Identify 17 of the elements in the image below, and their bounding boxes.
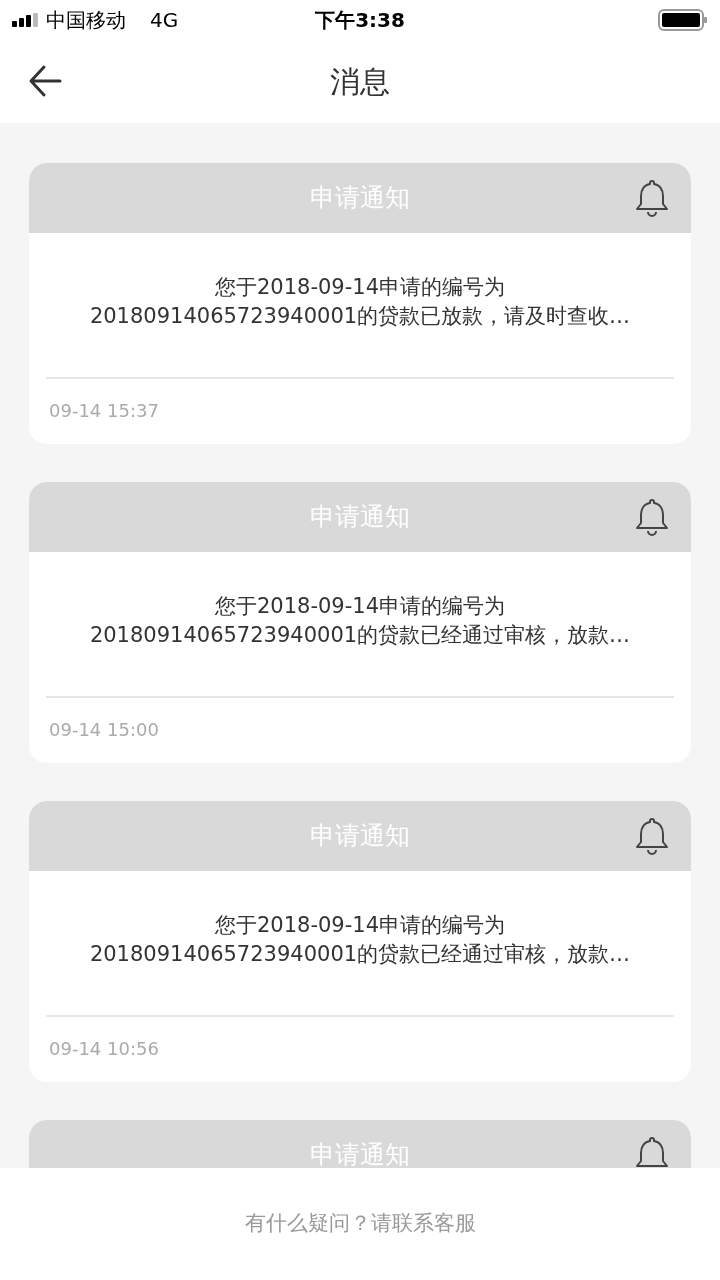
message-time: 09-14 15:00 (49, 719, 159, 740)
bell-icon (635, 816, 669, 856)
bell-icon (635, 497, 669, 537)
message-text: 您于2018-09-14申请的编号为 20180914065723940001的贷款已经通过审核，放款… (88, 912, 632, 968)
battery-icon (658, 9, 708, 31)
message-text: 您于2018-09-14申请的编号为 20180914065723940001的贷款已经通过审核，放款… (88, 593, 632, 649)
page-title: 消息 (330, 63, 390, 101)
bell-icon (635, 178, 669, 218)
network-type: 4G (150, 7, 179, 34)
back-arrow-icon[interactable] (28, 64, 62, 98)
help-text[interactable]: 有什么疑问？请联系客服 (244, 1208, 476, 1240)
message-time: 09-14 15:37 (49, 400, 159, 421)
message-text: 您于2018-09-14申请的编号为 20180914065723940001的贷款已放款，请及时查收… (88, 274, 632, 330)
bell-icon (635, 1135, 669, 1168)
carrier-name: 中国移动 (46, 7, 126, 34)
status-time: 下午3:38 (315, 7, 405, 34)
message-time: 09-14 10:56 (49, 1038, 159, 1059)
